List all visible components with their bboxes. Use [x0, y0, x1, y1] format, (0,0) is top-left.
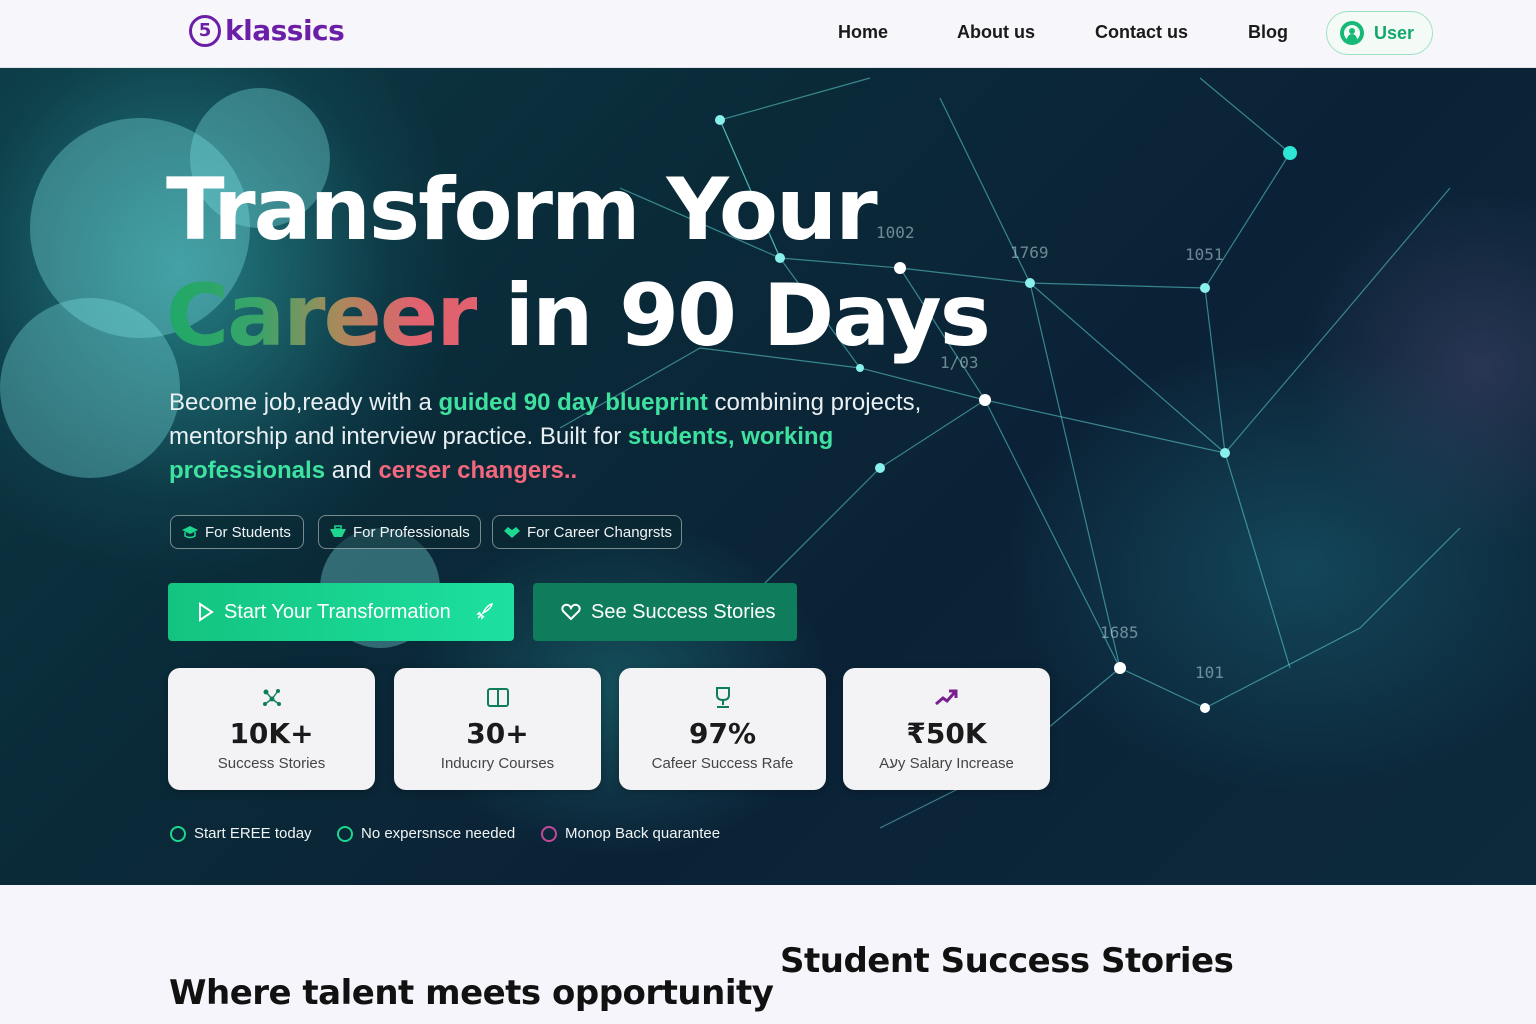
desc-part-3: and [325, 457, 379, 484]
hero-title-line2: Career in 90 Days [166, 266, 991, 366]
svg-text:101: 101 [1195, 663, 1224, 682]
stat-card-salary-increase: ₹50K Aעy Salary Increase [843, 668, 1050, 790]
perk-no-experience: No expersnsce needed [337, 825, 515, 842]
stat-card-success-rate: 97% Cafeer Success Rafe [619, 668, 826, 790]
handshake-icon [504, 527, 520, 538]
tag-label: For Students [205, 523, 291, 541]
desc-highlight-blueprint: guided 90 day blueprint [438, 389, 708, 416]
tag-label: For Professionals [353, 523, 470, 541]
hero-title-rest: in 90 Days [504, 266, 991, 366]
logo[interactable]: 5 klassics [189, 14, 345, 47]
nav-link-contact[interactable]: Contact us [1095, 22, 1188, 43]
perk-label: No expersnsce needed [361, 825, 516, 842]
hero-title-line1: Transform Your [166, 160, 878, 260]
network-icon [262, 689, 281, 706]
check-circle-icon [337, 825, 353, 842]
desc-part-1: Become job,ready with a [169, 389, 439, 416]
stat-label: Cafeer Success Rafe [651, 755, 794, 772]
stat-card-courses: 30+ Inducıry Courses [394, 668, 601, 790]
bottom-section: Where talent meets opportunity Student S… [0, 885, 1536, 1024]
heart-icon [561, 603, 581, 621]
graduation-cap-icon [182, 526, 198, 539]
tag-professionals[interactable]: For Professionals [318, 515, 481, 549]
top-nav: 5 klassics Home About us Contact us Blog… [0, 0, 1536, 68]
user-button[interactable]: User [1326, 11, 1433, 55]
stat-label: Aעy Salary Increase [879, 755, 1014, 772]
hero-description: Become job,ready with a guided 90 day bl… [169, 386, 989, 488]
desc-highlight-changers: cerser changers.. [378, 457, 578, 484]
stat-label: Success Stories [217, 755, 326, 772]
nav-link-blog[interactable]: Blog [1248, 22, 1288, 43]
hero-title-career: Career [166, 266, 479, 366]
nav-link-about[interactable]: About us [957, 22, 1035, 43]
stat-value: 30+ [466, 717, 529, 750]
success-stories-heading: Student Success Stories [780, 941, 1234, 981]
see-success-stories-button[interactable]: See Success Stories [533, 583, 797, 641]
logo-text: klassics [225, 14, 345, 47]
perk-money-back: Monop Back quarantee [541, 825, 720, 842]
dollar-icon [170, 825, 186, 842]
svg-text:1769: 1769 [1010, 243, 1049, 262]
perk-free-start: Start EREE today [170, 825, 312, 842]
svg-text:1685: 1685 [1100, 623, 1139, 642]
stat-label: Inducıry Courses [440, 755, 555, 772]
start-transformation-button[interactable]: Start Your Transformation [168, 583, 514, 641]
start-transformation-label: Start Your Transformation [224, 600, 451, 623]
logo-mark: 5 [189, 14, 221, 47]
trend-up-icon [934, 689, 957, 706]
user-icon [1340, 21, 1364, 45]
user-label: User [1374, 22, 1415, 43]
briefcase-icon [330, 525, 346, 537]
trophy-icon [715, 687, 730, 708]
stat-value: 10K+ [229, 717, 314, 750]
perk-label: Monop Back quarantee [565, 825, 721, 842]
perk-label: Start EREE today [194, 825, 312, 842]
svg-text:1051: 1051 [1185, 245, 1224, 264]
tag-label: For Career Changrsts [527, 523, 673, 541]
see-success-stories-label: See Success Stories [591, 600, 776, 623]
stat-value: 97% [688, 717, 757, 750]
shield-icon [541, 825, 557, 842]
stat-value: ₹50K [906, 717, 987, 750]
stat-card-success-stories: 10K+ Success Stories [168, 668, 375, 790]
tag-students[interactable]: For Students [170, 515, 304, 549]
book-icon [486, 688, 509, 707]
tag-career-changers[interactable]: For Career Changrsts [492, 515, 682, 549]
svg-text:1002: 1002 [876, 223, 915, 242]
rocket-icon [475, 603, 493, 620]
play-icon [199, 602, 214, 622]
hero-section: 1002 1769 1051 1685 101 1/03 Transform Your … [0, 68, 1536, 885]
talent-heading: Where talent meets opportunity [169, 973, 774, 1013]
nav-link-home[interactable]: Home [838, 22, 888, 43]
